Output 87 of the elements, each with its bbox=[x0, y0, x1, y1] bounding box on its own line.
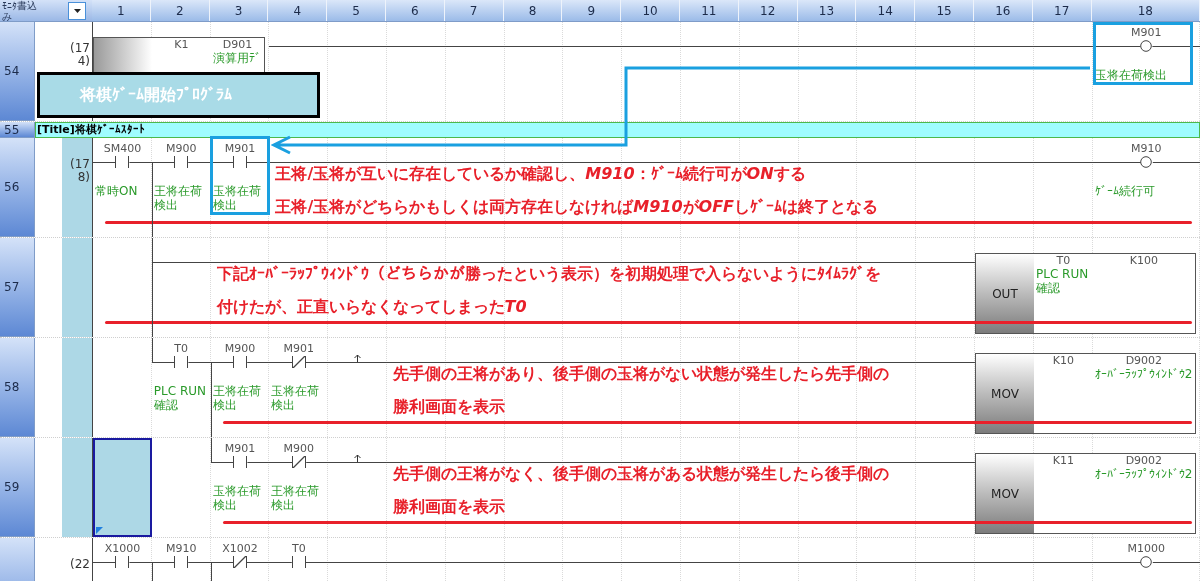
device-comment: 玉将在荷検出 bbox=[270, 384, 321, 412]
device-label: M900 bbox=[165, 142, 197, 155]
column-header: 1 bbox=[92, 0, 151, 21]
column-header: 16 bbox=[973, 0, 1033, 21]
rung-title-bar: [Title]将棋ｹﾞｰﾑｽﾀｰﾄ bbox=[35, 122, 1200, 138]
column-header: 6 bbox=[386, 0, 445, 21]
row-number: 57 bbox=[0, 238, 35, 337]
coil-icon bbox=[1140, 556, 1153, 568]
coil-icon bbox=[1140, 156, 1153, 168]
column-header: 11 bbox=[679, 0, 739, 21]
device-label: X1000 bbox=[104, 542, 141, 555]
device-comment: 玉将在荷検出 bbox=[211, 184, 262, 212]
row-number: 56 bbox=[0, 138, 35, 237]
device-comment: 玉将在荷検出 bbox=[211, 484, 262, 512]
coil-icon bbox=[1140, 40, 1153, 52]
annotation-text: 下記ｵｰﾊﾞｰﾗｯﾌﾟｳｨﾝﾄﾞｳ（どちらかが勝ったという表示）を初期処理で入らないようにﾀｲﾑﾗｸﾞを bbox=[216, 264, 881, 284]
step-number: (174) bbox=[69, 42, 90, 68]
device-comment: 王将在荷検出 bbox=[152, 184, 203, 212]
device-label: X1002 bbox=[222, 542, 258, 555]
column-header: 7 bbox=[444, 0, 504, 21]
device-label: M901 bbox=[283, 342, 315, 355]
step-number: (178) bbox=[69, 158, 90, 184]
column-header: 15 bbox=[915, 0, 974, 21]
device-comment: 王将在荷検出 bbox=[211, 384, 262, 412]
row-number: 58 bbox=[0, 338, 35, 437]
operand-label: D9002 bbox=[1125, 354, 1163, 367]
cell-cursor[interactable] bbox=[93, 438, 152, 537]
operand-label: D9002 bbox=[1125, 454, 1163, 467]
caret-icon bbox=[73, 8, 81, 13]
device-label: M901 bbox=[1131, 26, 1162, 39]
row-number: 55 bbox=[0, 122, 35, 138]
column-header: 3 bbox=[209, 0, 269, 21]
annotation-text: 勝利画面を表示 bbox=[393, 397, 506, 417]
device-label: SM400 bbox=[103, 142, 142, 155]
column-header: 18 bbox=[1091, 0, 1200, 21]
column-header: 13 bbox=[797, 0, 857, 21]
up-arrow-icon bbox=[354, 454, 362, 462]
column-header: 10 bbox=[621, 0, 680, 21]
annotation-text: 先手側の王将があり、後手側の玉将がない状態が発生したら先手側の bbox=[393, 364, 889, 384]
operand-label: K1 bbox=[174, 38, 189, 51]
operand-label: T0 bbox=[1056, 254, 1071, 267]
device-label: M910 bbox=[165, 542, 197, 555]
device-label: M901 bbox=[224, 142, 256, 155]
operand-label: K10 bbox=[1052, 354, 1074, 367]
row-number: 59 bbox=[0, 438, 35, 537]
device-comment: ｵｰﾊﾞｰﾗｯﾌﾟｳｨﾝﾄﾞｳ2 bbox=[1093, 367, 1194, 381]
device-comment: 王将在荷検出 bbox=[270, 484, 321, 512]
instruction-mnemonic: MOV bbox=[975, 454, 1034, 533]
column-header: 12 bbox=[738, 0, 798, 21]
corner-marker-icon bbox=[96, 527, 103, 534]
annotation-text: 先手側の王将がなく、後手側の玉将がある状態が発生したら後手側の bbox=[393, 464, 889, 484]
device-label: M900 bbox=[283, 442, 315, 455]
annotation-text: 付けたが、正直いらなくなってしまったT0 bbox=[216, 297, 528, 317]
column-header: 8 bbox=[503, 0, 563, 21]
column-header: 5 bbox=[327, 0, 386, 21]
monitor-write-label: ﾓﾆﾀ書込み bbox=[1, 0, 38, 21]
column-header: 2 bbox=[150, 0, 210, 21]
annotation-text: 勝利画面を表示 bbox=[393, 497, 506, 517]
device-label: M1000 bbox=[1127, 542, 1165, 555]
instruction-mnemonic: MOV bbox=[975, 354, 1034, 433]
operand-label: K11 bbox=[1052, 454, 1074, 467]
column-header: 4 bbox=[268, 0, 328, 21]
column-header: 17 bbox=[1032, 0, 1092, 21]
column-header: 14 bbox=[856, 0, 916, 21]
column-header: 9 bbox=[562, 0, 622, 21]
device-label: T0 bbox=[291, 542, 306, 555]
annotation-text: 王将/玉将が互いに存在しているか確認し、M910：ｹﾞｰﾑ続行可がONする bbox=[275, 164, 807, 184]
device-comment: PLC RUN確認 bbox=[1034, 267, 1090, 295]
device-label: M900 bbox=[224, 342, 256, 355]
device-comment: PLC RUN確認 bbox=[152, 384, 207, 412]
device-comment: ｵｰﾊﾞｰﾗｯﾌﾟｳｨﾝﾄﾞｳ2 bbox=[1093, 467, 1194, 481]
step-number: (22 bbox=[69, 558, 90, 571]
operand-label: D901 bbox=[222, 38, 253, 51]
device-comment: ｹﾞｰﾑ続行可 bbox=[1093, 184, 1156, 198]
annotation-text: 王将/玉将がどちらかもしくは両方存在しなければM910がOFFしｹﾞｰﾑは終了となる bbox=[275, 197, 879, 217]
device-label: M910 bbox=[1131, 142, 1162, 155]
device-comment: 演算用ﾃﾞ bbox=[211, 51, 262, 65]
device-comment: 常時ON bbox=[94, 184, 139, 198]
instruction-mnemonic: OUT bbox=[975, 254, 1034, 333]
dropdown-button[interactable] bbox=[68, 1, 86, 20]
device-comment: 玉将在荷検出 bbox=[1093, 68, 1168, 82]
operand-label: K100 bbox=[1129, 254, 1158, 267]
title-callout: 将棋ｹﾞｰﾑ開始ﾌﾟﾛｸﾞﾗﾑ bbox=[37, 72, 320, 118]
row-number: 54 bbox=[0, 22, 35, 121]
device-label: M901 bbox=[224, 442, 256, 455]
device-label: T0 bbox=[174, 342, 189, 355]
up-arrow-icon bbox=[354, 354, 362, 362]
